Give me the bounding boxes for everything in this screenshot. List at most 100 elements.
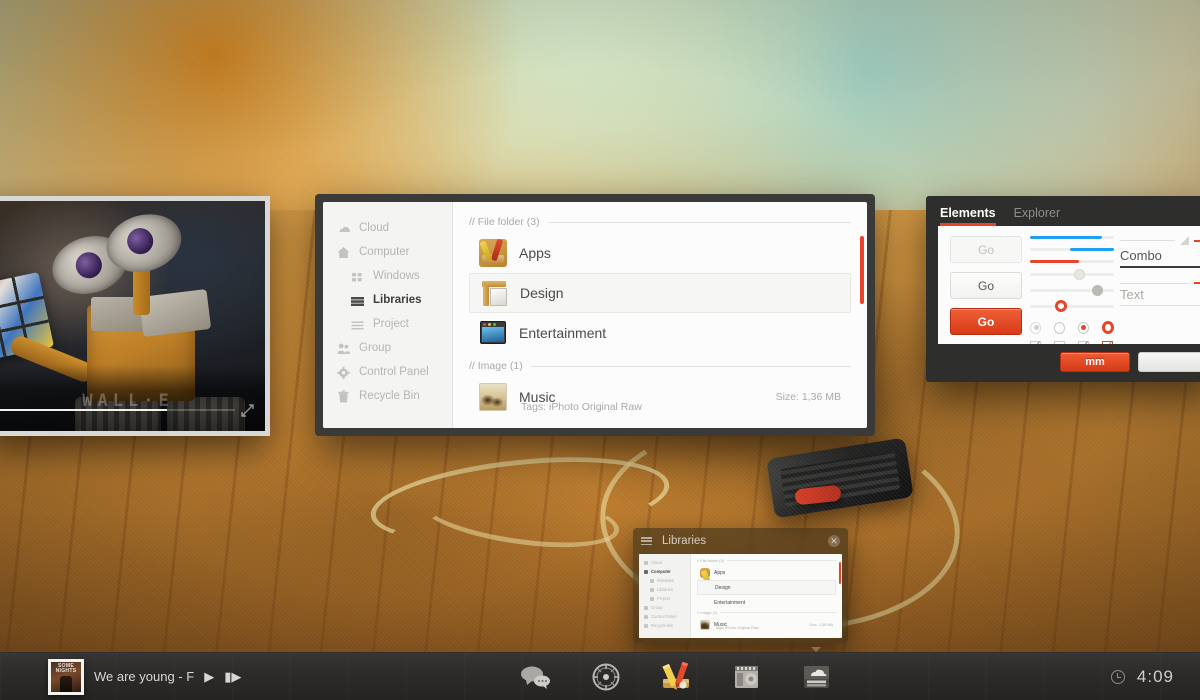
music-player-widget[interactable]: SOME NIGHTS We are young - F ▶ ▮▶ (0, 658, 241, 695)
chevron-down-icon[interactable] (1180, 236, 1189, 245)
sidebar-item-recycle-bin[interactable]: Recycle Bin (323, 384, 452, 408)
sidebar-item-windows[interactable]: Windows (323, 264, 452, 288)
mini-sidebar-item-label: Project (657, 596, 671, 601)
checkbox-samples[interactable]: ✓ ✓ ✓ (1030, 339, 1114, 344)
radio-selected-red[interactable] (1101, 321, 1115, 334)
sidebar-item-group[interactable]: Group (323, 336, 452, 360)
mini-table-row[interactable]: Apps (697, 565, 836, 592)
sidebar-item-libraries[interactable]: Libraries (323, 288, 452, 312)
radio-selected[interactable] (1077, 321, 1089, 334)
libraries-mini-window[interactable]: Libraries ✕ Cloud Computer Windows Librarie… (633, 528, 848, 643)
radio-empty[interactable] (1053, 321, 1065, 334)
elements-footer[interactable]: mm (926, 344, 1200, 380)
scrollbar-thumb[interactable] (860, 236, 864, 304)
sidebar-item-project[interactable]: Project (323, 312, 452, 336)
text-sample[interactable]: Text (1120, 282, 1200, 306)
go-button-normal[interactable]: Go (950, 272, 1022, 299)
notes-icon[interactable] (729, 662, 763, 692)
apps-folder-icon (479, 238, 507, 267)
sidebar-item-control-panel[interactable]: Control Panel (323, 360, 452, 384)
mini-table-row[interactable]: Design (697, 580, 836, 595)
checkbox-checked-grey[interactable]: ✓ (1078, 339, 1090, 344)
footer-button-blank[interactable] (1138, 352, 1200, 372)
mini-file-icon (700, 598, 710, 608)
elements-panel-window[interactable]: Elements Explorer Go Go Go ✓ ✓ ✓ Combo (926, 196, 1200, 382)
mini-sidebar-item-windows[interactable]: Windows (639, 576, 690, 585)
taskbar-launcher-icons[interactable] (519, 646, 833, 692)
elements-body: Go Go Go ✓ ✓ ✓ Combo Text (938, 226, 1200, 344)
mini-scrollbar-thumb[interactable] (839, 562, 841, 584)
mini-sidebar-item-libraries[interactable]: Libraries (639, 585, 690, 594)
controls-column[interactable]: ✓ ✓ ✓ (1022, 236, 1114, 344)
progress-bar (1030, 236, 1114, 239)
mini-sidebar-item-project[interactable]: Project (639, 594, 690, 603)
expand-icon[interactable] (240, 403, 255, 418)
album-art[interactable]: SOME NIGHTS (48, 658, 84, 695)
slider[interactable] (1030, 300, 1114, 312)
slider-knob[interactable] (1092, 285, 1104, 296)
chat-icon[interactable] (519, 662, 553, 692)
close-icon[interactable]: ✕ (828, 535, 840, 547)
checkbox-checked-red[interactable]: ✓ (1102, 339, 1114, 344)
apps-pencil-icon[interactable] (659, 661, 693, 692)
hamburger-icon[interactable] (641, 537, 652, 545)
taskbar[interactable]: SOME NIGHTS We are young - F ▶ ▮▶ 4:09 (0, 646, 1200, 700)
slider-knob[interactable] (1073, 269, 1085, 280)
mini-sidebar-item-recycle-bin[interactable]: Recycle Bin (639, 621, 690, 630)
button-samples-column[interactable]: Go Go Go (938, 236, 1022, 344)
mini-sidebar[interactable]: Cloud Computer Windows Libraries Project Grou… (639, 554, 691, 638)
cloud-app-icon[interactable] (799, 646, 833, 692)
mini-group-header: // File folder (3) (697, 558, 836, 563)
checkbox-checked-grey[interactable]: ✓ (1030, 339, 1042, 344)
footer-button-mm[interactable]: mm (1060, 352, 1130, 372)
mini-sidebar-item-computer[interactable]: Computer (639, 567, 690, 576)
video-progress-bar[interactable] (0, 409, 235, 411)
sidebar-item-cloud[interactable]: Cloud (323, 216, 452, 240)
mini-nav-icon (644, 623, 648, 628)
mini-table-row[interactable]: Music Tags: iPhoto Original Raw Size: 1,36… (697, 617, 836, 632)
mini-content[interactable]: // File folder (3) Apps Design Entertainmen… (691, 554, 842, 638)
compass-icon[interactable] (589, 662, 623, 692)
file-name: Design (520, 285, 564, 301)
table-row[interactable]: Entertainment (469, 313, 851, 353)
file-manager-content[interactable]: // File folder (3) Apps Design Entertainmen… (453, 202, 867, 428)
table-row[interactable]: Apps (469, 233, 851, 273)
video-player-window[interactable]: WALL·E (0, 196, 270, 436)
radio-button-samples[interactable] (1030, 321, 1115, 334)
play-icon[interactable]: ▶ (204, 669, 214, 685)
slider[interactable] (1030, 269, 1114, 280)
slider[interactable] (1030, 285, 1114, 296)
elements-tabbar[interactable]: Elements Explorer (926, 196, 1200, 226)
mini-sidebar-item-label: Group (651, 605, 663, 610)
radio-disabled (1030, 321, 1041, 334)
cloud-icon (337, 222, 350, 235)
slider-knob[interactable] (1055, 300, 1068, 312)
check-mark-icon: ✓ (1032, 339, 1042, 344)
table-row[interactable]: Design (469, 273, 851, 313)
group-header: // Image (1) (469, 360, 851, 372)
next-track-icon[interactable]: ▮▶ (224, 669, 241, 685)
mini-table-row[interactable]: Entertainment (697, 595, 836, 610)
sidebar-item-label: Cloud (359, 222, 390, 234)
sidebar-item-computer[interactable]: Computer (323, 240, 452, 264)
checkbox-empty[interactable] (1054, 341, 1065, 344)
mini-sidebar-item-group[interactable]: Group (639, 603, 690, 612)
field-samples-column[interactable]: Combo Text (1114, 236, 1200, 344)
tab-explorer[interactable]: Explorer (1014, 206, 1061, 226)
mini-nav-icon (644, 605, 648, 610)
mini-sidebar-item-label: Computer (651, 569, 671, 574)
clock-widget[interactable]: 4:09 (1110, 667, 1200, 687)
file-manager-window[interactable]: Cloud Computer Windows Libraries Project Grou… (315, 194, 875, 436)
table-row[interactable]: Music Tags: iPhoto Original Raw Size: 1,36… (469, 377, 851, 417)
slider-samples[interactable] (1030, 269, 1114, 312)
combo-sample[interactable]: Combo (1120, 236, 1200, 268)
mini-window-titlebar[interactable]: Libraries ✕ (633, 528, 848, 554)
file-manager-sidebar[interactable]: Cloud Computer Windows Libraries Project Grou… (323, 202, 453, 428)
mini-sidebar-item-cloud[interactable]: Cloud (639, 558, 690, 567)
go-button-primary[interactable]: Go (950, 308, 1022, 335)
mini-sidebar-item-control-panel[interactable]: Control Panel (639, 612, 690, 621)
sidebar-item-label: Windows (373, 270, 420, 282)
group-header-label: // Image (1) (469, 360, 523, 372)
tab-elements[interactable]: Elements (940, 206, 996, 226)
sidebar-item-label: Recycle Bin (359, 390, 420, 402)
